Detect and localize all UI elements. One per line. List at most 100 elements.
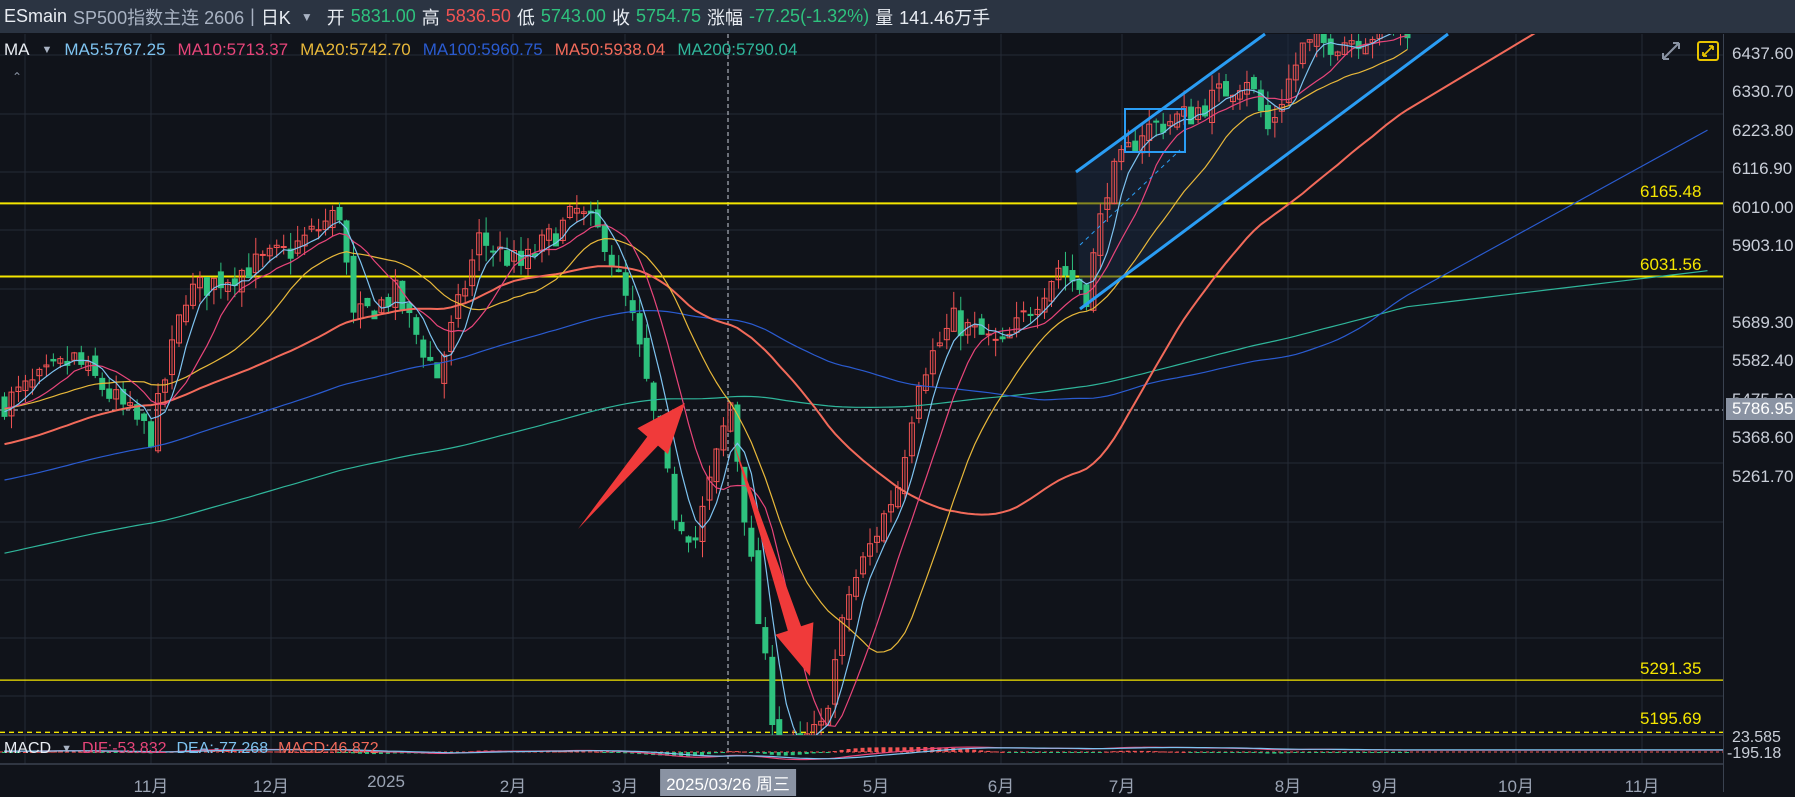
candle xyxy=(887,490,894,523)
macd-bar xyxy=(1202,752,1207,753)
price-chart[interactable] xyxy=(0,0,1795,792)
macd-bar xyxy=(713,752,718,754)
candle xyxy=(1041,288,1048,319)
macd-bar xyxy=(1000,751,1005,753)
collapse-up-icon[interactable]: ⌃ xyxy=(12,70,22,84)
candle xyxy=(559,217,566,244)
level-label-6031: 6031.56 xyxy=(1640,255,1702,274)
period-dropdown-icon[interactable]: ▼ xyxy=(301,10,313,24)
candle xyxy=(406,301,413,328)
time-tick: 10月 xyxy=(1498,777,1534,796)
candle xyxy=(1027,307,1034,323)
macd-bar xyxy=(1069,752,1074,753)
macd-bar xyxy=(1237,752,1242,753)
ma100-value: MA100:5960.75 xyxy=(422,40,543,59)
candle xyxy=(371,309,378,320)
candle xyxy=(629,285,636,321)
time-tick: 11月 xyxy=(133,777,169,796)
macd-bar xyxy=(797,752,802,755)
expand-arrows-icon[interactable] xyxy=(1660,40,1682,62)
price-tick: 5903.10 xyxy=(1732,236,1794,255)
macd-bar xyxy=(1132,750,1137,752)
candle xyxy=(566,203,573,220)
macd-bar xyxy=(706,752,711,755)
macd-bar xyxy=(1307,752,1312,753)
macd-bar xyxy=(965,749,970,752)
macd-bar xyxy=(1118,750,1123,752)
level-label-5291: 5291.35 xyxy=(1640,659,1702,678)
macd-bar xyxy=(1076,752,1081,753)
candle xyxy=(357,291,364,329)
close-value: 5754.75 xyxy=(635,6,702,26)
macd-bar xyxy=(825,752,830,753)
time-tick: 8月 xyxy=(1274,777,1302,796)
ma-dropdown-icon[interactable]: ▼ xyxy=(42,40,53,60)
macd-bar xyxy=(1300,752,1305,753)
candle xyxy=(441,351,448,399)
candle-body xyxy=(1188,106,1195,125)
candle xyxy=(1069,254,1076,292)
candle xyxy=(399,280,406,314)
candle xyxy=(915,381,922,424)
candle-body xyxy=(336,206,343,221)
candle xyxy=(706,465,713,510)
candle-body xyxy=(692,537,699,541)
macd-bar xyxy=(1125,750,1130,752)
candle-body xyxy=(490,250,497,253)
candle xyxy=(846,585,853,632)
macd-bar xyxy=(986,750,991,752)
macd-bar xyxy=(1083,752,1088,753)
symbol-code[interactable]: ESmain xyxy=(4,6,67,27)
macd-bar xyxy=(1384,752,1389,753)
candle-body xyxy=(608,254,615,267)
time-tick: 5月 xyxy=(862,777,890,796)
macd-bar xyxy=(1279,752,1284,754)
candle-body xyxy=(1069,270,1076,282)
symbol-name[interactable]: SP500指数主连 2606 xyxy=(73,4,244,30)
candle-body xyxy=(685,536,692,543)
candle xyxy=(1020,301,1027,323)
time-tick: 11月 xyxy=(1624,777,1660,796)
candle-body xyxy=(420,339,427,358)
candle-body xyxy=(245,267,252,279)
macd-bar xyxy=(1111,751,1116,753)
level-label-6165: 6165.48 xyxy=(1640,182,1702,201)
ma200-line xyxy=(4,270,1708,554)
candle xyxy=(720,417,727,457)
candle xyxy=(936,331,943,348)
fullscreen-icon[interactable] xyxy=(1697,40,1719,62)
macd-bar xyxy=(832,751,837,753)
candle xyxy=(636,299,643,357)
macd-bar xyxy=(1328,752,1333,753)
candle-body xyxy=(784,754,789,767)
macd-bar xyxy=(1258,752,1263,754)
macd-dropdown-icon[interactable]: ▼ xyxy=(61,740,72,759)
candle-body xyxy=(399,280,406,311)
candle xyxy=(141,412,148,434)
candle-body xyxy=(385,296,392,307)
macd-bar xyxy=(1314,752,1319,753)
candle xyxy=(99,372,106,397)
ma-indicator-label[interactable]: MA xyxy=(4,40,30,60)
price-tick: 5582.40 xyxy=(1732,351,1794,370)
macd-bar xyxy=(1321,752,1326,753)
candle xyxy=(245,253,252,279)
candle-body xyxy=(1153,120,1160,123)
macd-bar xyxy=(1398,752,1402,753)
macd-bar xyxy=(1021,752,1026,753)
macd-bar xyxy=(1014,752,1019,753)
candle xyxy=(217,262,224,299)
red-arrow-down xyxy=(733,441,814,676)
macd-bar xyxy=(1062,752,1067,753)
time-tick: 6月 xyxy=(987,777,1015,796)
ma50-line xyxy=(4,34,1536,516)
macd-bar xyxy=(1042,752,1047,753)
macd-bar xyxy=(1146,750,1151,752)
candle xyxy=(825,705,832,726)
macd-bar xyxy=(1028,752,1033,753)
period-selector[interactable]: 日K xyxy=(261,4,291,30)
candle xyxy=(155,383,162,454)
candle xyxy=(329,205,336,237)
macd-indicator-label[interactable]: MACD xyxy=(4,740,51,759)
macd-bar xyxy=(1160,751,1165,753)
